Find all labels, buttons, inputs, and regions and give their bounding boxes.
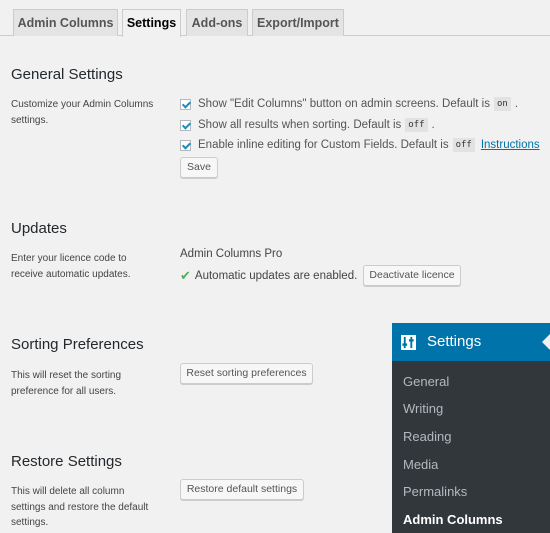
menu-item-reading[interactable]: Reading [403,429,451,444]
default-value: off [405,118,428,132]
updates-description: Enter your licence code to receive autom… [11,253,131,280]
save-button[interactable]: Save [180,157,218,178]
menu-settings-title: Settings [427,333,482,350]
option-inline-editing: Enable inline editing for Custom Fields.… [180,138,540,152]
sorting-preferences-description: This will reset the sorting preference f… [11,370,122,397]
menu-item-permalinks[interactable]: Permalinks [403,484,467,499]
general-settings-description: Customize your Admin Columns settings. [11,99,154,126]
settings-sliders-icon [401,335,416,350]
tab-settings[interactable]: Settings [122,9,181,37]
option-show-all-results: Show all results when sorting. Default i… [180,118,435,132]
default-value: on [493,97,511,111]
updates-title: Updates [11,220,67,237]
deactivate-licence-button[interactable]: Deactivate licence [363,265,461,286]
admin-settings-menu: Settings General Writing Reading Media P… [392,323,550,533]
option-suffix: . [431,119,435,131]
restore-default-button[interactable]: Restore default settings [180,479,304,500]
instructions-link[interactable]: Instructions [481,139,540,151]
reset-sorting-button[interactable]: Reset sorting preferences [180,363,313,384]
tab-export-import[interactable]: Export/Import [252,9,344,36]
settings-tabs: Admin Columns Settings Add-ons Export/Im… [0,0,550,37]
menu-item-admin-columns[interactable]: Admin Columns [403,512,503,527]
product-name: Admin Columns Pro [180,248,283,260]
checkbox-edit-columns-button[interactable] [180,98,191,110]
sorting-preferences-title: Sorting Preferences [11,336,144,353]
current-menu-arrow-icon [542,334,550,350]
option-label: Enable inline editing for Custom Fields.… [198,139,449,151]
checkbox-inline-editing[interactable] [180,139,191,151]
checkmark-icon: ✔ [180,268,191,283]
default-value: off [452,138,475,152]
tab-admin-columns[interactable]: Admin Columns [13,9,118,36]
option-label: Show "Edit Columns" button on admin scre… [198,98,490,110]
general-settings-title: General Settings [11,66,123,83]
menu-item-media[interactable]: Media [403,457,438,472]
update-status: ✔ Automatic updates are enabled. [180,268,357,284]
restore-settings-description: This will delete all column settings and… [11,486,149,528]
option-edit-columns-button: Show "Edit Columns" button on admin scre… [180,97,518,111]
checkbox-show-all-results[interactable] [180,119,191,131]
option-suffix: . [514,98,519,110]
restore-settings-title: Restore Settings [11,453,122,470]
option-label: Show all results when sorting. Default i… [198,119,402,131]
tab-add-ons[interactable]: Add-ons [186,9,248,36]
menu-item-writing[interactable]: Writing [403,401,443,416]
update-status-text: Automatic updates are enabled. [194,270,358,282]
menu-settings-header[interactable]: Settings [392,323,550,361]
menu-item-general[interactable]: General [403,374,449,389]
